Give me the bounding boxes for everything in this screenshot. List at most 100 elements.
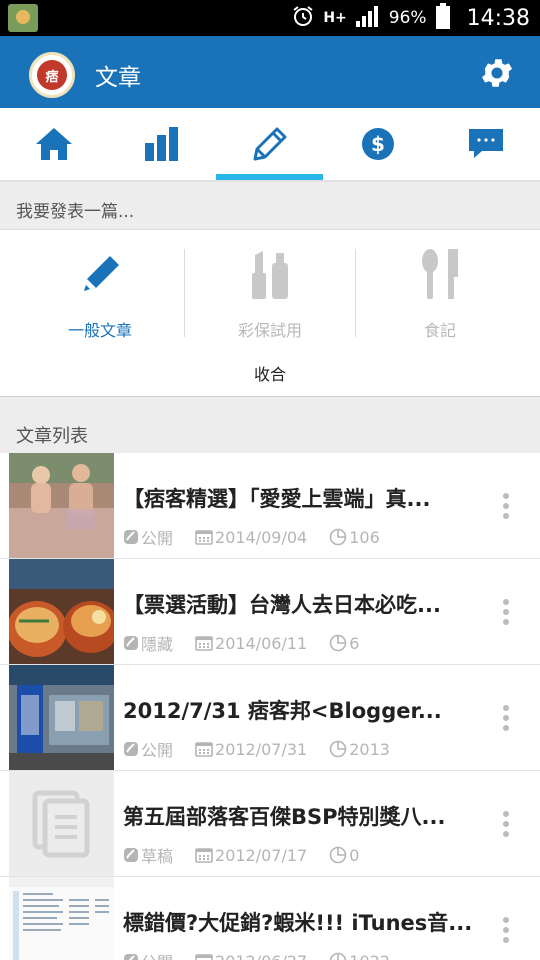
article-meta: 草稿 2012/07/17 0	[123, 843, 381, 867]
active-tab-indicator	[216, 174, 323, 180]
article-row[interactable]: 第五屆部落客百傑BSP特別獎八... 草稿 2012/07/17 0	[0, 771, 540, 877]
article-date-label: 2012/06/27	[215, 952, 307, 960]
article-status: 草稿	[123, 843, 173, 867]
home-icon	[36, 128, 72, 160]
tab-stats[interactable]	[108, 108, 216, 180]
dollar-icon: $	[362, 128, 394, 160]
calendar-icon	[195, 954, 213, 960]
post-type-food[interactable]: 食記	[350, 231, 530, 351]
article-date-label: 2012/07/31	[215, 739, 308, 759]
article-status: 公開	[123, 525, 173, 549]
article-date-label: 2012/07/17	[215, 845, 308, 865]
post-type-general[interactable]: 一般文章	[10, 231, 190, 351]
cosmetics-icon	[252, 251, 288, 299]
article-meta: 公開 2012/07/31 2013	[123, 739, 412, 760]
tab-articles[interactable]	[216, 108, 324, 180]
article-meta: 公開 2012/06/27 1022	[123, 951, 412, 960]
article-views: 6	[329, 634, 359, 653]
article-status-label: 公開	[141, 949, 173, 960]
article-thumbnail	[9, 453, 114, 558]
tab-revenue[interactable]: $	[324, 108, 432, 180]
article-date: 2012/07/31	[195, 740, 307, 759]
tab-messages[interactable]	[432, 108, 540, 180]
more-options-icon[interactable]	[502, 493, 510, 519]
article-date-label: 2014/06/11	[215, 633, 308, 653]
article-views: 2013	[329, 740, 390, 759]
post-type-selector: 一般文章 彩保試用 食記 收合	[0, 231, 540, 397]
utensils-icon	[422, 249, 458, 299]
article-row[interactable]: 【痞客精選】「愛愛上雲端」真... 公開 2014/09/04 106	[0, 453, 540, 559]
list-header-title: 文章列表	[16, 426, 88, 447]
article-meta: 公開 2014/09/04 106	[123, 525, 402, 549]
article-views: 1022	[329, 952, 390, 960]
svg-text:$: $	[371, 132, 385, 156]
more-options-icon[interactable]	[502, 917, 510, 943]
more-options-icon[interactable]	[502, 599, 510, 625]
article-date: 2012/07/17	[195, 846, 307, 865]
clock: 14:38	[466, 5, 530, 31]
status-bar: H+ 96% 14:38	[0, 0, 540, 36]
article-thumbnail	[9, 665, 114, 770]
edit-check-icon	[124, 742, 138, 756]
post-type-label: 食記	[423, 321, 456, 340]
article-date: 2012/06/27	[195, 952, 307, 960]
pencil-icon	[253, 127, 287, 161]
settings-gear-icon[interactable]	[478, 54, 516, 92]
compose-prompt: 我要發表一篇...	[16, 202, 135, 222]
article-views: 106	[329, 528, 380, 547]
tab-home[interactable]	[0, 108, 108, 180]
article-status-label: 隱藏	[141, 635, 174, 654]
list-header: 文章列表	[0, 397, 540, 453]
tab-bar: $	[0, 108, 540, 182]
network-type-icon: H+	[323, 10, 347, 26]
app-bar: 痞 文章	[0, 36, 540, 108]
compose-bar[interactable]: 我要發表一篇...	[0, 182, 540, 230]
calendar-icon	[195, 636, 213, 651]
post-type-label: 一般文章	[67, 321, 132, 340]
views-icon	[329, 952, 347, 960]
article-title: 【痞客精選】「愛愛上雲端」真...	[123, 487, 431, 511]
article-thumbnail-placeholder	[9, 771, 114, 876]
signal-icon	[355, 5, 381, 31]
logo-text: 痞	[37, 60, 67, 90]
battery-icon	[435, 3, 451, 33]
article-meta: 隱藏 2014/06/11 6	[123, 631, 381, 655]
edit-check-icon	[124, 954, 138, 960]
more-options-icon[interactable]	[502, 705, 510, 731]
article-views-label: 6	[349, 633, 360, 653]
article-status: 公開	[123, 949, 173, 960]
views-icon	[329, 846, 347, 864]
article-date-label: 2014/09/04	[215, 527, 308, 547]
article-views-label: 2013	[349, 739, 390, 759]
article-date: 2014/06/11	[195, 634, 307, 653]
article-title: 2012/7/31 痞客邦<Blogger...	[123, 699, 442, 723]
article-status-label: 草稿	[141, 847, 174, 866]
article-views: 0	[329, 846, 359, 865]
article-views-label: 106	[349, 527, 380, 547]
article-date: 2014/09/04	[195, 528, 307, 547]
article-views-label: 0	[349, 845, 360, 865]
pencil-icon	[84, 256, 119, 291]
article-title: 【票選活動】台灣人去日本必吃...	[123, 593, 441, 617]
app-logo[interactable]: 痞	[29, 52, 75, 98]
more-options-icon[interactable]	[502, 811, 510, 837]
calendar-icon	[195, 530, 213, 545]
article-thumbnail	[9, 559, 114, 664]
article-row[interactable]: 2012/7/31 痞客邦<Blogger... 公開 2012/07/31 2…	[0, 665, 540, 771]
views-icon	[329, 634, 347, 652]
article-title: 標錯價?大促銷?蝦米!!! iTunes音...	[123, 911, 473, 935]
edit-check-icon	[124, 636, 138, 650]
collapse-button[interactable]: 收合	[0, 361, 540, 385]
post-type-cosmetics[interactable]: 彩保試用	[180, 231, 360, 351]
views-icon	[329, 528, 347, 546]
article-views-label: 1022	[349, 952, 390, 960]
article-row[interactable]: 標錯價?大促銷?蝦米!!! iTunes音... 公開 2012/06/27 1…	[0, 877, 540, 960]
post-type-label: 彩保試用	[237, 321, 302, 340]
article-row[interactable]: 【票選活動】台灣人去日本必吃... 隱藏 2014/06/11 6	[0, 559, 540, 665]
calendar-icon	[195, 742, 213, 757]
app-notification-icon	[8, 4, 38, 32]
article-status: 隱藏	[123, 631, 173, 655]
alarm-icon	[291, 4, 315, 32]
battery-percent: 96%	[388, 8, 427, 28]
views-icon	[329, 740, 347, 758]
